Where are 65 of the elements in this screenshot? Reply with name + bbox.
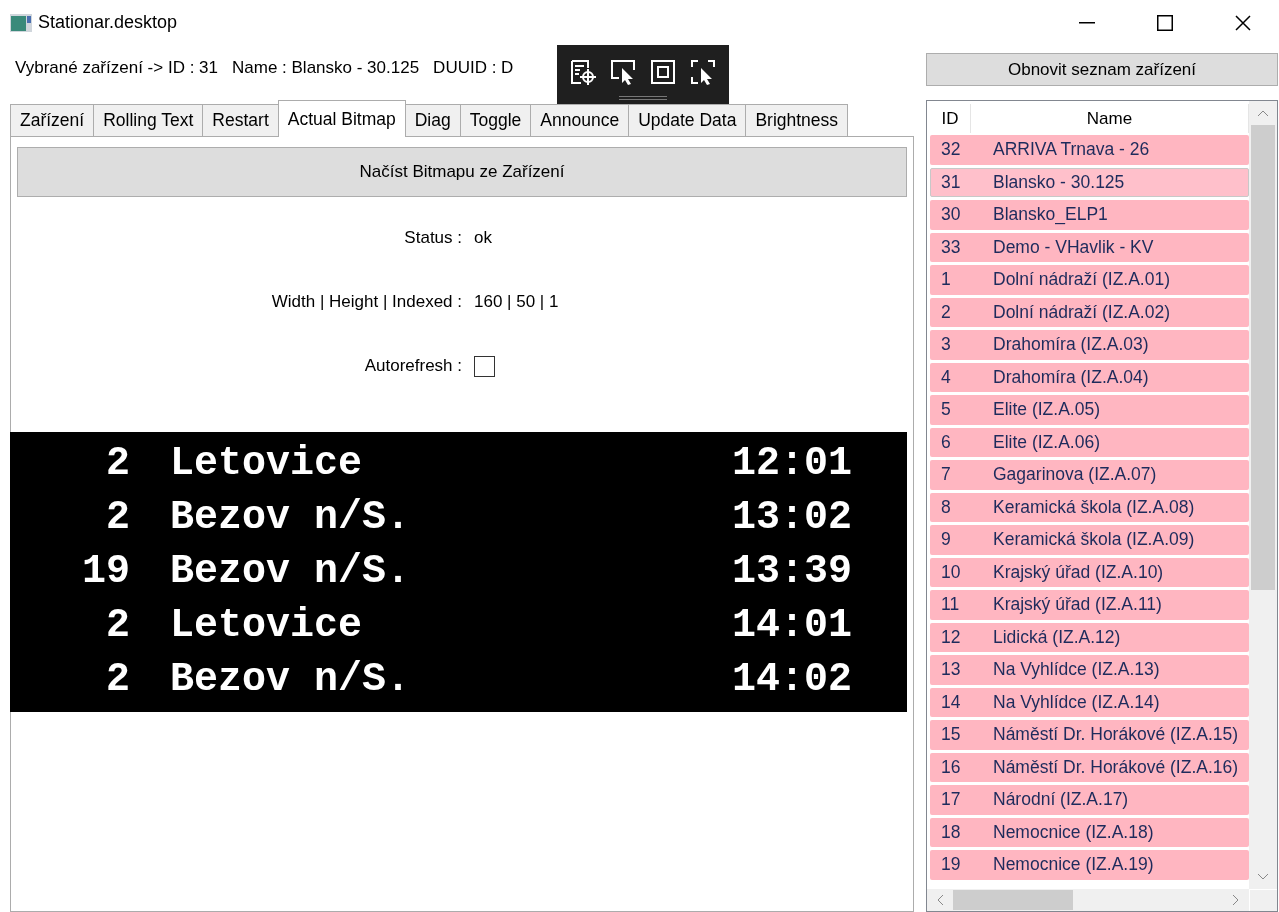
departure-time: 14:01 bbox=[731, 606, 852, 646]
tab[interactable]: Actual Bitmap bbox=[277, 100, 406, 137]
autorefresh-checkbox[interactable] bbox=[474, 355, 495, 377]
destination-text: Letovice bbox=[170, 606, 364, 646]
tab[interactable]: Rolling Text bbox=[93, 104, 204, 137]
refresh-list-button[interactable]: Obnovit seznam zařízení bbox=[926, 53, 1278, 86]
load-bitmap-button[interactable]: Načíst Bitmapu ze Zařízení bbox=[17, 147, 907, 197]
device-row[interactable]: 31 Blansko - 30.125 bbox=[930, 167, 1249, 197]
destination-text: Letovice bbox=[170, 444, 364, 484]
line-number: 2 bbox=[106, 660, 130, 700]
departure-time: 13:02 bbox=[731, 498, 852, 538]
departure-time: 14:02 bbox=[731, 660, 852, 700]
device-row[interactable]: 30 Blansko_ELP1 bbox=[930, 200, 1249, 230]
device-row[interactable]: 14 Na Vyhlídce (IZ.A.14) bbox=[930, 687, 1249, 717]
line-number: 19 bbox=[82, 552, 130, 592]
device-row[interactable]: 9 Keramická škola (IZ.A.09) bbox=[930, 525, 1249, 555]
device-info-text: Vybrané zařízení -> ID : 31 bbox=[15, 58, 218, 78]
field-value: ok bbox=[474, 228, 492, 248]
autorefresh-label: Autorefresh : bbox=[364, 356, 462, 376]
device-row[interactable]: 33 Demo - VHavlik - KV bbox=[930, 232, 1249, 262]
device-row[interactable]: 10 Krajský úřad (IZ.A.10) bbox=[930, 557, 1249, 587]
device-row[interactable]: 8 Keramická škola (IZ.A.08) bbox=[930, 492, 1249, 522]
field-label: Width | Height | Indexed : bbox=[271, 292, 462, 312]
device-row[interactable]: 1 Dolní nádraží (IZ.A.01) bbox=[930, 265, 1249, 295]
device-row[interactable]: 12 Lidická (IZ.A.12) bbox=[930, 622, 1249, 652]
device-info-text: Name : Blansko - 30.125 bbox=[232, 58, 420, 78]
tab[interactable]: Zařízení bbox=[10, 104, 95, 137]
close-icon bbox=[1235, 14, 1251, 31]
field-value: 160 | 50 | 1 bbox=[474, 292, 559, 312]
device-row[interactable]: 3 Drahomíra (IZ.A.03) bbox=[930, 330, 1249, 360]
tab[interactable]: Toggle bbox=[459, 104, 532, 137]
departure-time: 12:01 bbox=[731, 444, 852, 484]
destination-text: Bezov n/S. bbox=[170, 660, 412, 700]
device-row[interactable]: 16 Náměstí Dr. Horákové (IZ.A.16) bbox=[930, 752, 1249, 782]
tab[interactable]: Restart bbox=[202, 104, 279, 137]
device-row[interactable]: 4 Drahomíra (IZ.A.04) bbox=[930, 362, 1249, 392]
tab[interactable]: Diag bbox=[404, 104, 461, 137]
device-row[interactable]: 7 Gagarinova (IZ.A.07) bbox=[930, 460, 1249, 490]
app-icon bbox=[10, 12, 32, 33]
vertical-scrollbar[interactable] bbox=[1249, 101, 1277, 889]
maximize-icon bbox=[1157, 14, 1173, 31]
device-row[interactable]: 17 Národní (IZ.A.17) bbox=[930, 785, 1249, 815]
device-row[interactable]: 2 Dolní nádraží (IZ.A.02) bbox=[930, 297, 1249, 327]
tab[interactable]: Announce bbox=[530, 104, 630, 137]
field-label: Status : bbox=[404, 228, 462, 248]
device-row[interactable]: 13 Na Vyhlídce (IZ.A.13) bbox=[930, 655, 1249, 685]
destination-text: Bezov n/S. bbox=[170, 498, 412, 538]
tab[interactable]: Brightness bbox=[745, 104, 849, 137]
tab[interactable]: Update Data bbox=[628, 104, 747, 137]
device-row[interactable]: 6 Elite (IZ.A.06) bbox=[930, 427, 1249, 457]
line-number: 2 bbox=[106, 606, 130, 646]
device-row[interactable]: 32 ARRIVA Trnava - 26 bbox=[930, 135, 1249, 165]
destination-text: Bezov n/S. bbox=[170, 552, 412, 592]
device-row[interactable]: 11 Krajský úřad (IZ.A.11) bbox=[930, 590, 1249, 620]
line-number: 2 bbox=[106, 444, 130, 484]
departure-time: 13:39 bbox=[731, 552, 852, 592]
line-number: 2 bbox=[106, 498, 130, 538]
device-row[interactable]: 18 Nemocnice (IZ.A.18) bbox=[930, 817, 1249, 847]
device-row[interactable]: 15 Náměstí Dr. Horákové (IZ.A.15) bbox=[930, 720, 1249, 750]
window-title: Stationar.desktop bbox=[38, 12, 178, 33]
minimize-icon bbox=[1079, 21, 1095, 24]
device-row[interactable]: 5 Elite (IZ.A.05) bbox=[930, 395, 1249, 425]
scrollbar-corner bbox=[1249, 889, 1277, 911]
device-row[interactable]: 19 Nemocnice (IZ.A.19) bbox=[930, 850, 1249, 880]
device-info-text: DUUID : D bbox=[433, 58, 514, 78]
